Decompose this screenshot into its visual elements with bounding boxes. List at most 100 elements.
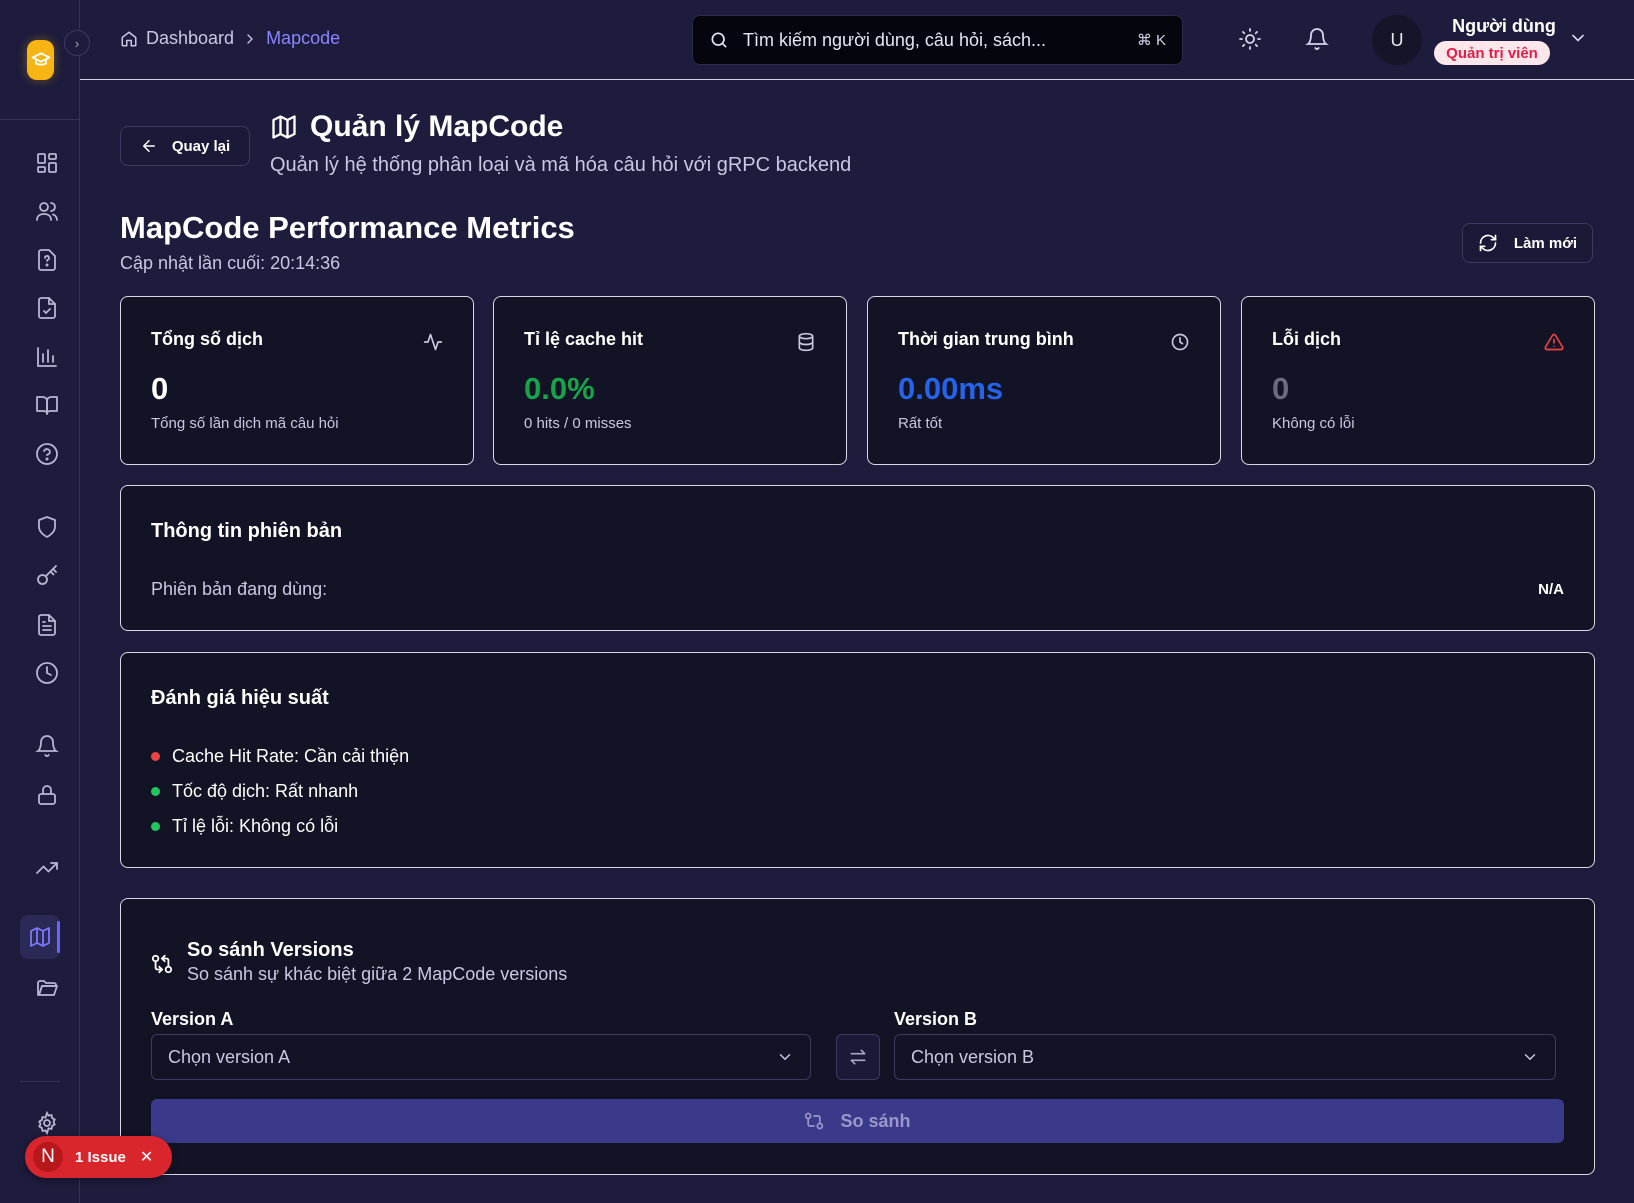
metric-card-cache-hit-rate: Tỉ lệ cache hit 0.0% 0 hits / 0 misses (493, 296, 847, 465)
last-updated-text: Cập nhật lần cuối: 20:14:36 (120, 253, 341, 273)
sidebar-documents-icon[interactable] (30, 608, 64, 642)
metric-card-average-time: Thời gian trung bình 0.00ms Rất tốt (867, 296, 1221, 465)
chevron-down-icon (776, 1048, 794, 1066)
breadcrumb-chevron-icon (242, 31, 258, 47)
sidebar-mapcode-icon[interactable] (20, 915, 60, 959)
evaluation-item: Cache Hit Rate: Cần cải thiện (151, 746, 409, 767)
sidebar-divider (20, 1081, 60, 1082)
sidebar-help-icon[interactable] (30, 437, 64, 471)
refresh-button-label: Làm mới (1513, 234, 1578, 252)
notifications-bell-icon[interactable] (1302, 24, 1332, 54)
metric-card-total-translations: Tổng số dịch 0 Tổng số lần dịch mã câu h… (120, 296, 474, 465)
breadcrumb-dashboard-link[interactable]: Dashboard (146, 28, 234, 49)
sidebar-analytics-icon[interactable] (30, 340, 64, 374)
performance-evaluation-card: Đánh giá hiệu suất Cache Hit Rate: Cần c… (120, 652, 1595, 868)
home-icon[interactable] (120, 30, 138, 48)
swap-arrows-icon (848, 1047, 868, 1067)
version-b-placeholder: Chọn version B (911, 1046, 1035, 1067)
metric-label: Thời gian trung bình (898, 329, 1074, 349)
git-compare-icon (804, 1111, 824, 1131)
metric-description: Không có lỗi (1272, 415, 1355, 432)
version-a-placeholder: Chọn version A (168, 1046, 291, 1067)
issues-badge[interactable]: N 1 Issue ✕ (25, 1136, 172, 1178)
sidebar-history-icon[interactable] (30, 656, 64, 690)
sidebar-trending-icon[interactable] (30, 851, 64, 885)
swap-versions-button[interactable] (836, 1034, 880, 1080)
sidebar-logo-area: › (0, 0, 90, 120)
metric-value: 0.0% (524, 371, 595, 406)
sidebar-lock-icon[interactable] (30, 778, 64, 812)
global-search-input[interactable]: Tìm kiếm người dùng, câu hỏi, sách... ⌘ … (692, 15, 1183, 65)
compare-subtitle: So sánh sự khác biệt giữa 2 MapCode vers… (187, 964, 568, 984)
sidebar-folder-icon[interactable] (30, 971, 64, 1005)
theme-toggle-sun-icon[interactable] (1235, 24, 1265, 54)
version-a-label: Version A (151, 1009, 234, 1029)
evaluation-item-text: Cache Hit Rate: Cần cải thiện (172, 746, 410, 766)
compare-header: So sánh Versions So sánh sự khác biệt gi… (151, 939, 567, 985)
top-header: Dashboard Mapcode Tìm kiếm người dùng, c… (80, 0, 1634, 80)
version-info-title: Thông tin phiên bản (151, 520, 343, 542)
user-menu-chevron-down-icon[interactable] (1568, 28, 1588, 48)
metric-label: Tỉ lệ cache hit (524, 329, 644, 349)
compare-versions-card: So sánh Versions So sánh sự khác biệt gi… (120, 898, 1595, 1175)
sidebar-exams-icon[interactable] (30, 291, 64, 325)
version-info-card: Thông tin phiên bản Phiên bản đang dùng:… (120, 485, 1595, 631)
page-subtitle: Quản lý hệ thống phân loại và mã hóa câu… (270, 154, 852, 176)
metric-description: Tổng số lần dịch mã câu hỏi (151, 415, 339, 432)
next-logo-icon: N (33, 1142, 63, 1172)
search-icon (709, 30, 729, 50)
compare-button-label: So sánh (840, 1110, 911, 1131)
metric-value: 0 (151, 371, 169, 406)
compare-title: So sánh Versions (187, 939, 354, 961)
status-dot (151, 787, 160, 796)
sidebar-key-icon[interactable] (30, 559, 64, 593)
close-icon[interactable]: ✕ (140, 1147, 153, 1167)
sidebar-notifications-icon[interactable] (30, 729, 64, 763)
compare-button[interactable]: So sánh (151, 1099, 1564, 1143)
user-role-badge: Quản trị viên (1434, 41, 1550, 65)
sidebar-dashboard-icon[interactable] (30, 146, 64, 180)
metrics-section-title: MapCode Performance Metrics (120, 210, 575, 245)
search-placeholder: Tìm kiếm người dùng, câu hỏi, sách... (743, 29, 1046, 50)
evaluation-title: Đánh giá hiệu suất (151, 687, 329, 709)
git-compare-icon (151, 953, 173, 975)
sidebar-books-icon[interactable] (30, 388, 64, 422)
sidebar-security-icon[interactable] (30, 510, 64, 544)
map-icon (270, 113, 298, 141)
refresh-icon (1478, 233, 1498, 253)
page-title: Quản lý MapCode (270, 110, 563, 144)
evaluation-item: Tốc độ dịch: Rất nhanh (151, 781, 358, 802)
page-title-text: Quản lý MapCode (310, 110, 564, 143)
metric-description: Rất tốt (898, 415, 943, 432)
database-icon (796, 332, 816, 352)
evaluation-item-text: Tỉ lệ lỗi: Không có lỗi (172, 816, 339, 836)
activity-icon (423, 332, 443, 352)
sidebar: › (0, 0, 90, 1203)
refresh-button[interactable]: Làm mới (1462, 223, 1593, 263)
alert-triangle-icon (1544, 332, 1564, 352)
metric-label: Tổng số dịch (151, 329, 263, 349)
version-b-label: Version B (894, 1009, 978, 1029)
metric-value: 0 (1272, 371, 1290, 406)
version-a-select[interactable]: Chọn version A (151, 1034, 811, 1080)
chevron-down-icon (1521, 1048, 1539, 1066)
issues-count-text: 1 Issue (75, 1148, 126, 1166)
metric-description: 0 hits / 0 misses (524, 415, 632, 432)
search-shortcut-hint: ⌘ K (1136, 32, 1166, 49)
graduation-cap-logo-icon[interactable] (27, 40, 54, 80)
version-b-select[interactable]: Chọn version B (894, 1034, 1556, 1080)
user-avatar[interactable]: U (1372, 15, 1422, 65)
evaluation-item-text: Tốc độ dịch: Rất nhanh (172, 781, 359, 801)
evaluation-item: Tỉ lệ lỗi: Không có lỗi (151, 816, 338, 837)
back-button[interactable]: Quay lại (120, 126, 250, 166)
metric-card-translation-errors: Lỗi dịch 0 Không có lỗi (1241, 296, 1595, 465)
sidebar-questions-icon[interactable] (30, 243, 64, 277)
status-dot (151, 822, 160, 831)
sidebar-settings-icon[interactable] (30, 1106, 64, 1140)
clock-icon (1170, 332, 1190, 352)
back-button-label: Quay lại (171, 137, 231, 155)
sidebar-users-icon[interactable] (30, 194, 64, 228)
breadcrumb: Dashboard Mapcode (120, 28, 340, 49)
user-name[interactable]: Người dùng (1442, 16, 1566, 37)
arrow-left-icon (140, 137, 158, 155)
